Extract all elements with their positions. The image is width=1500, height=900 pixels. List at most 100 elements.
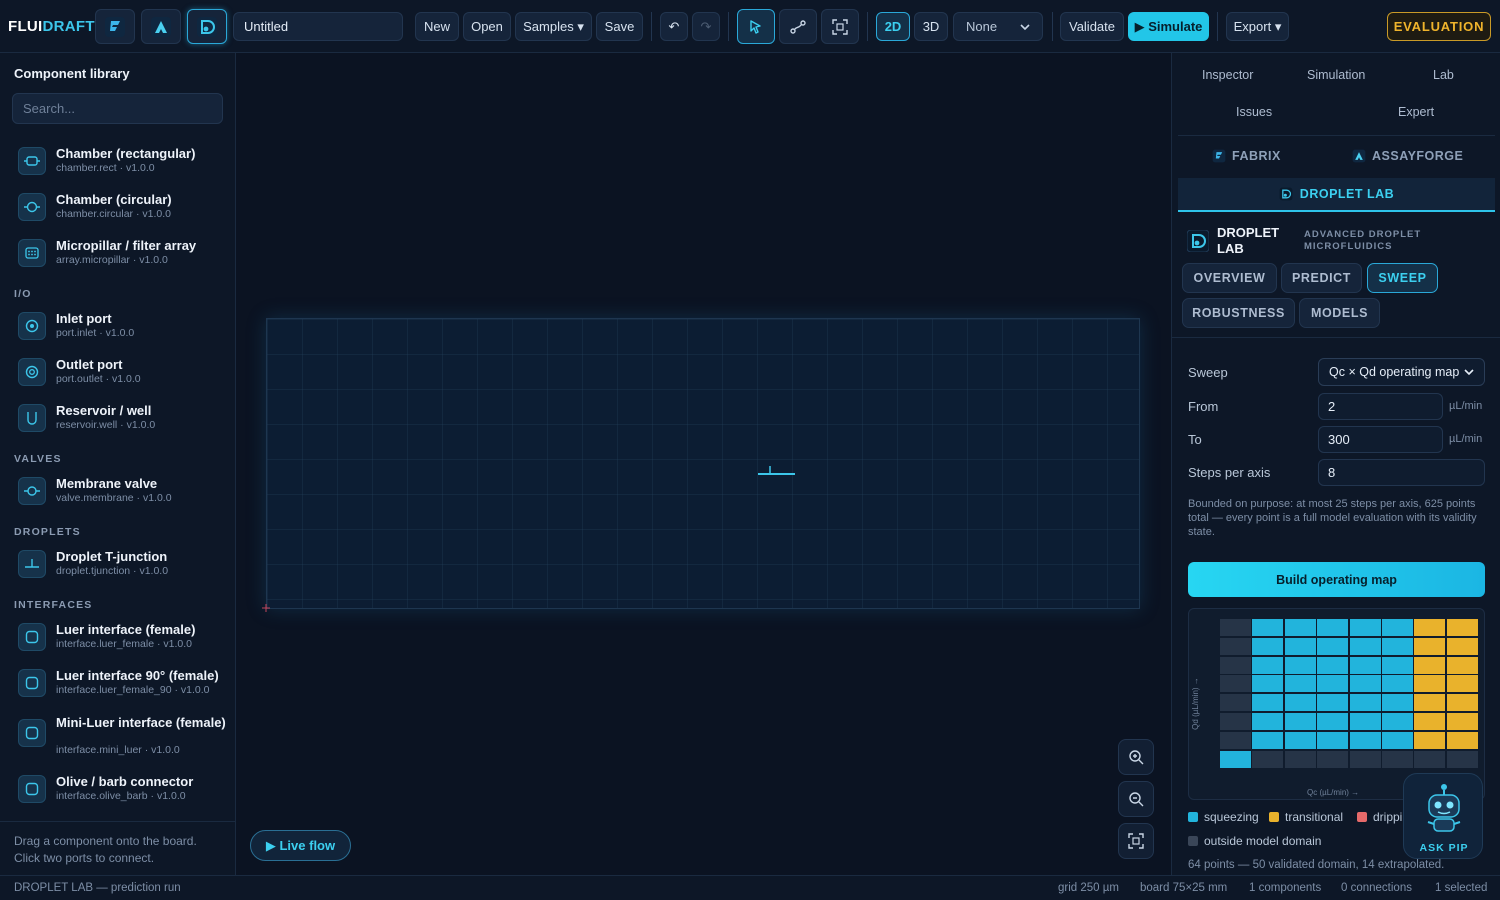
map-cell-outside[interactable] [1349,750,1381,768]
validate-button[interactable]: Validate [1060,12,1124,41]
map-cell-squeezing[interactable] [1284,731,1316,749]
tab-simulation[interactable]: Simulation [1307,68,1365,82]
redo-button[interactable]: ↷ [692,12,720,41]
map-cell-transitional[interactable] [1446,619,1478,636]
tab-lab[interactable]: Lab [1433,68,1454,82]
droplet-lab-app-button[interactable] [187,9,227,44]
map-cell-squeezing[interactable] [1382,675,1413,693]
build-operating-map-button[interactable]: Build operating map [1188,562,1485,597]
map-cell-transitional[interactable] [1414,675,1446,693]
export-dropdown[interactable]: Export ▾ [1226,12,1289,41]
map-cell-outside[interactable] [1382,750,1413,768]
component-item-micropillar[interactable]: Micropillar / filter array array.micropi… [18,235,228,275]
tab-issues[interactable]: Issues [1236,105,1272,119]
map-cell-squeezing[interactable] [1317,694,1349,712]
map-cell-squeezing[interactable] [1382,713,1413,730]
map-cell-squeezing[interactable] [1317,637,1349,655]
chip-board[interactable] [266,318,1140,609]
tab-inspector[interactable]: Inspector [1202,68,1253,82]
map-cell-outside[interactable] [1220,619,1251,636]
sweep-select[interactable]: Qc × Qd operating map [1318,358,1485,386]
map-cell-transitional[interactable] [1414,694,1446,712]
subtab-predict[interactable]: PREDICT [1281,263,1362,293]
fit-board-button[interactable] [1118,823,1154,859]
map-cell-outside[interactable] [1317,750,1349,768]
map-cell-squeezing[interactable] [1252,694,1284,712]
map-cell-transitional[interactable] [1414,731,1446,749]
map-cell-squeezing[interactable] [1382,619,1413,636]
map-cell-outside[interactable] [1220,656,1251,674]
view-2d-button[interactable]: 2D [876,12,910,41]
view-3d-button[interactable]: 3D [914,12,948,41]
map-cell-squeezing[interactable] [1252,713,1284,730]
map-cell-transitional[interactable] [1414,637,1446,655]
map-cell-transitional[interactable] [1414,713,1446,730]
save-button[interactable]: Save [596,12,643,41]
component-item-tjunction[interactable]: Droplet T-junction droplet.tjunction · v… [18,546,228,586]
map-cell-outside[interactable] [1220,675,1251,693]
map-cell-squeezing[interactable] [1382,731,1413,749]
samples-dropdown[interactable]: Samples ▾ [515,12,592,41]
map-cell-squeezing[interactable] [1382,637,1413,655]
component-item-luer[interactable]: Luer interface (female) interface.luer_f… [18,619,228,659]
route-tool-button[interactable] [779,9,817,44]
map-cell-squeezing[interactable] [1349,656,1381,674]
component-item-chamber-circular[interactable]: Chamber (circular) chamber.circular · v1… [18,189,228,229]
map-cell-outside[interactable] [1220,637,1251,655]
steps-input[interactable]: 8 [1318,459,1485,486]
map-cell-squeezing[interactable] [1284,675,1316,693]
simulate-button[interactable]: ▶ Simulate [1128,12,1209,41]
map-cell-outside[interactable] [1414,750,1446,768]
map-cell-transitional[interactable] [1414,656,1446,674]
map-cell-squeezing[interactable] [1252,619,1284,636]
map-cell-squeezing[interactable] [1252,731,1284,749]
map-cell-squeezing[interactable] [1349,731,1381,749]
map-cell-squeezing[interactable] [1382,694,1413,712]
map-cell-squeezing[interactable] [1349,713,1381,730]
open-button[interactable]: Open [463,12,511,41]
subtab-models[interactable]: MODELS [1299,298,1380,328]
map-cell-squeezing[interactable] [1284,656,1316,674]
subtab-overview[interactable]: OVERVIEW [1182,263,1277,293]
component-item-outlet-port[interactable]: Outlet port port.outlet · v1.0.0 [18,354,228,394]
map-cell-squeezing[interactable] [1317,713,1349,730]
subtab-robustness[interactable]: ROBUSTNESS [1182,298,1295,328]
project-title-input[interactable] [233,12,403,41]
component-item-inlet-port[interactable]: Inlet port port.inlet · v1.0.0 [18,308,228,348]
tab-droplet-lab[interactable]: DROPLET LAB [1178,178,1495,212]
map-cell-squeezing[interactable] [1252,637,1284,655]
map-cell-transitional[interactable] [1446,713,1478,730]
undo-button[interactable]: ↶ [660,12,688,41]
component-search-input[interactable] [12,93,223,124]
map-cell-outside[interactable] [1220,694,1251,712]
map-cell-transitional[interactable] [1446,675,1478,693]
map-cell-squeezing[interactable] [1284,694,1316,712]
component-item-chamber-rect[interactable]: Chamber (rectangular) chamber.rect · v1.… [18,143,228,183]
map-cell-squeezing[interactable] [1349,694,1381,712]
subtab-sweep[interactable]: SWEEP [1367,263,1438,293]
component-item-membrane-valve[interactable]: Membrane valve valve.membrane · v1.0.0 [18,473,228,513]
tjunction-component-on-board[interactable] [757,465,797,479]
component-item-luer-90[interactable]: Luer interface 90° (female) interface.lu… [18,665,228,705]
component-item-reservoir[interactable]: Reservoir / well reservoir.well · v1.0.0 [18,400,228,440]
zoom-out-button[interactable] [1118,781,1154,817]
new-button[interactable]: New [415,12,459,41]
map-cell-squeezing[interactable] [1284,713,1316,730]
map-cell-squeezing[interactable] [1349,675,1381,693]
tab-assayforge[interactable]: ASSAYFORGE [1352,149,1463,163]
tab-fabrix[interactable]: FABRIX [1212,149,1281,163]
overlay-select[interactable]: None [953,12,1043,41]
map-cell-squeezing[interactable] [1349,619,1381,636]
map-cell-outside[interactable] [1220,713,1251,730]
component-item-olive-barb[interactable]: Olive / barb connector interface.olive_b… [18,771,228,811]
assayforge-app-button[interactable] [141,9,181,44]
map-cell-transitional[interactable] [1446,731,1478,749]
ask-pip-button[interactable]: ASK PIP [1403,773,1483,859]
map-cell-squeezing[interactable] [1284,637,1316,655]
map-cell-transitional[interactable] [1414,619,1446,636]
select-tool-button[interactable] [737,9,775,44]
map-cell-squeezing[interactable] [1252,675,1284,693]
map-cell-squeezing[interactable] [1252,656,1284,674]
map-cell-squeezing[interactable] [1317,731,1349,749]
map-cell-outside[interactable] [1252,750,1284,768]
